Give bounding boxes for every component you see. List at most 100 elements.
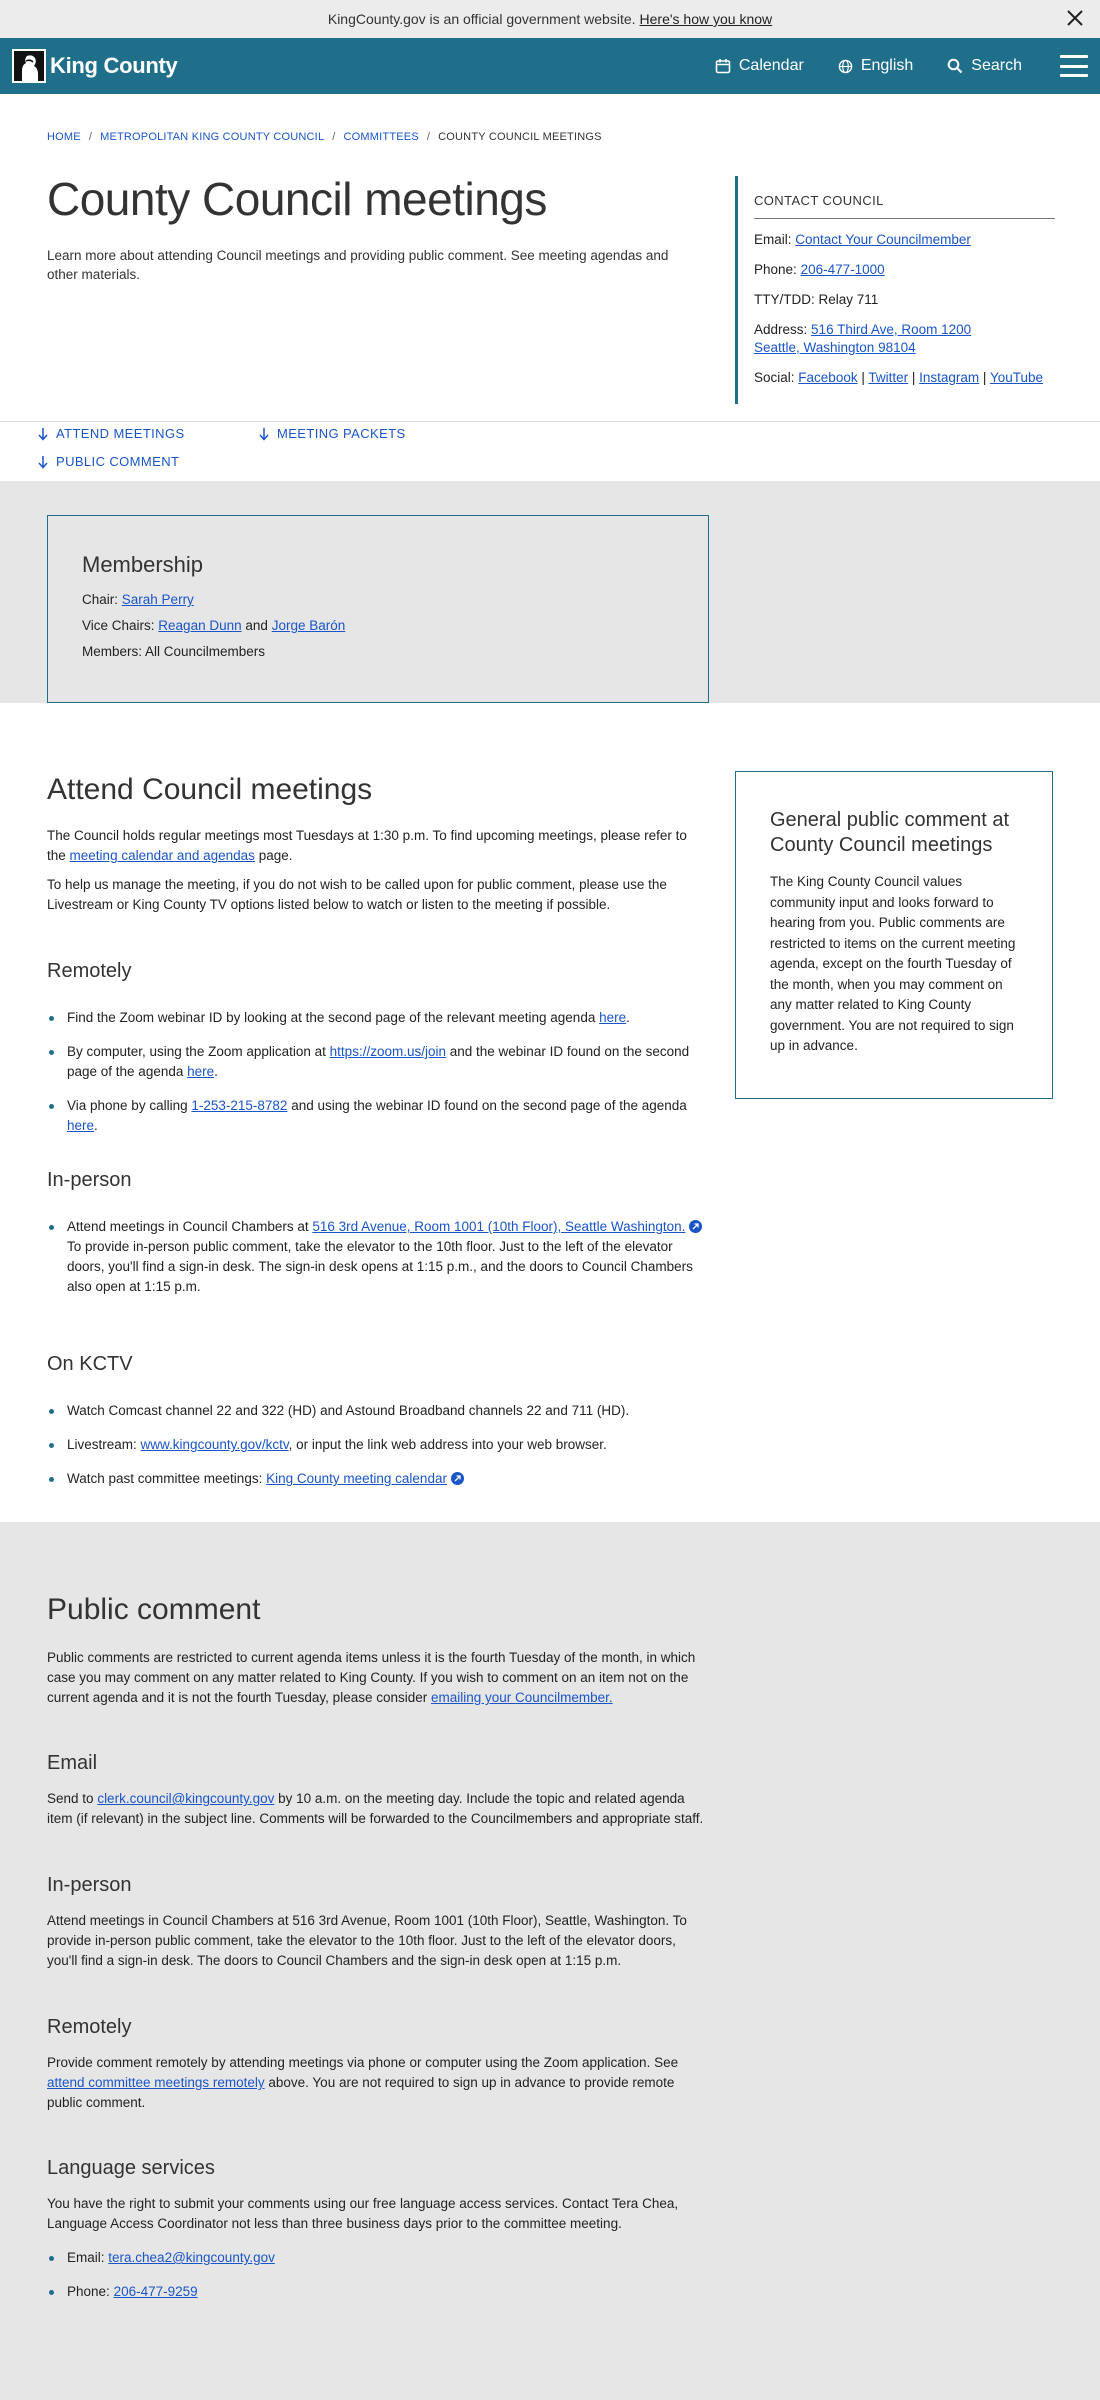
agenda-here-link-2[interactable]: here xyxy=(187,1064,214,1079)
gov-banner-text: KingCounty.gov is an official government… xyxy=(327,11,636,27)
contact-address: Address: 516 Third Ave, Room 1200 Seattl… xyxy=(754,322,972,355)
membership-members: Members: All Councilmembers xyxy=(82,644,266,659)
calendar-label: Calendar xyxy=(738,57,804,74)
pc-remote-para: Provide comment remotely by attending me… xyxy=(47,2055,679,2110)
mlk-portrait-icon xyxy=(12,49,46,83)
chair-link[interactable]: Sarah Perry xyxy=(122,592,194,607)
list-item: Find the Zoom webinar ID by looking at t… xyxy=(47,1008,712,1028)
contact-council-card: CONTACT COUNCIL Email: Contact Your Coun… xyxy=(735,176,1055,404)
page-title: County Council meetings xyxy=(47,173,547,225)
membership-chair: Chair: Sarah Perry xyxy=(82,592,194,607)
breadcrumb-home[interactable]: HOME xyxy=(47,131,81,143)
kctv-list: Watch Comcast channel 22 and 322 (HD) an… xyxy=(47,1401,712,1489)
vice-chair-link-2[interactable]: Jorge Barón xyxy=(272,618,346,633)
language-contact-list: Email: tera.chea2@kingcounty.gov Phone: … xyxy=(47,2248,707,2302)
calendar-icon xyxy=(715,59,731,74)
calendar-nav[interactable]: Calendar xyxy=(715,57,804,75)
breadcrumb-current: COUNTY COUNCIL MEETINGS xyxy=(438,131,602,143)
tera-email-link[interactable]: tera.chea2@kingcounty.gov xyxy=(108,2250,275,2265)
twitter-link[interactable]: Twitter xyxy=(868,370,908,385)
email-councilmember-link[interactable]: emailing your Councilmember. xyxy=(431,1690,613,1705)
contact-email: Email: Contact Your Councilmember xyxy=(754,232,971,247)
anchor-attend-meetings[interactable]: ATTEND MEETINGS xyxy=(38,426,185,441)
list-item: By computer, using the Zoom application … xyxy=(47,1042,712,1082)
tera-phone-link[interactable]: 206-477-9259 xyxy=(114,2284,198,2299)
list-item: Phone: 206-477-9259 xyxy=(47,2282,707,2302)
breadcrumb: HOME / METROPOLITAN KING COUNTY COUNCIL … xyxy=(47,131,602,143)
meeting-calendar-external-link[interactable]: King County meeting calendar xyxy=(266,1471,447,1486)
instagram-link[interactable]: Instagram xyxy=(919,370,979,385)
site-header: King County Calendar English Search xyxy=(0,38,1100,94)
external-link-icon xyxy=(689,1220,703,1233)
language-services-title: Language services xyxy=(47,2157,215,2179)
inperson-list: Attend meetings in Council Chambers at 5… xyxy=(47,1217,712,1297)
meeting-calendar-link[interactable]: meeting calendar and agendas xyxy=(70,848,255,863)
pc-inperson-para: Attend meetings in Council Chambers at 5… xyxy=(47,1913,687,1968)
breadcrumb-council[interactable]: METROPOLITAN KING COUNTY COUNCIL xyxy=(100,131,324,143)
search-icon xyxy=(947,58,963,74)
public-comment-intro: Public comments are restricted to curren… xyxy=(47,1650,696,1705)
email-para: Send to clerk.council@kingcounty.gov by … xyxy=(47,1791,704,1826)
attend-para-2: To help us manage the meeting, if you do… xyxy=(47,877,667,912)
contact-heading: CONTACT COUNCIL xyxy=(754,176,1055,219)
callout-text: The King County Council values community… xyxy=(770,874,1016,1053)
arrow-down-icon xyxy=(38,455,48,469)
youtube-link[interactable]: YouTube xyxy=(990,370,1043,385)
language-services-para: You have the right to submit your commen… xyxy=(47,2196,679,2231)
council-chambers-address-link[interactable]: 516 3rd Avenue, Room 1001 (10th Floor), … xyxy=(312,1219,685,1234)
search-label: Search xyxy=(971,57,1022,74)
remote-options-list: Find the Zoom webinar ID by looking at t… xyxy=(47,1008,712,1136)
list-item: Via phone by calling 1-253-215-8782 and … xyxy=(47,1096,712,1136)
remotely-title: Remotely xyxy=(47,960,132,982)
globe-icon xyxy=(838,59,853,73)
agenda-here-link-3[interactable]: here xyxy=(67,1118,94,1133)
page-intro: Learn more about attending Council meeti… xyxy=(47,248,669,282)
contact-social: Social: Facebook | Twitter | Instagram |… xyxy=(754,370,1043,385)
contact-tty: TTY/TDD: Relay 711 xyxy=(754,292,879,307)
list-item: Email: tera.chea2@kingcounty.gov xyxy=(47,2248,707,2268)
close-icon[interactable] xyxy=(1064,7,1086,29)
callout-title: General public comment at County Council… xyxy=(770,809,1010,856)
vice-chair-link-1[interactable]: Reagan Dunn xyxy=(158,618,241,633)
list-item: Livestream: www.kingcounty.gov/kctv, or … xyxy=(47,1435,712,1455)
attend-title: Attend Council meetings xyxy=(47,773,373,806)
contact-phone-link[interactable]: 206-477-1000 xyxy=(801,262,885,277)
general-public-comment-callout: General public comment at County Council… xyxy=(735,771,1053,1099)
language-nav[interactable]: English xyxy=(838,57,913,75)
public-comment-title: Public comment xyxy=(47,1593,261,1626)
external-link-icon xyxy=(450,1472,464,1485)
king-county-logo[interactable]: King County xyxy=(12,49,178,83)
kctv-title: On KCTV xyxy=(47,1353,133,1375)
hamburger-menu-icon[interactable] xyxy=(1060,55,1088,77)
kctv-livestream-link[interactable]: www.kingcounty.gov/kctv xyxy=(141,1437,289,1452)
language-label: English xyxy=(860,57,914,74)
list-item: Watch past committee meetings: King Coun… xyxy=(47,1469,712,1489)
address-link-line2[interactable]: Seattle, Washington 98104 xyxy=(754,340,916,355)
attend-remotely-link[interactable]: attend committee meetings remotely xyxy=(47,2075,265,2090)
anchor-public-comment[interactable]: PUBLIC COMMENT xyxy=(38,454,179,469)
agenda-here-link[interactable]: here xyxy=(599,1010,626,1025)
page-anchor-links: ATTEND MEETINGS MEETING PACKETS PUBLIC C… xyxy=(0,421,1100,481)
membership-title: Membership xyxy=(82,552,204,577)
anchor-meeting-packets[interactable]: MEETING PACKETS xyxy=(259,426,406,441)
search-nav[interactable]: Search xyxy=(947,57,1022,75)
breadcrumb-committees[interactable]: COMMITTEES xyxy=(344,131,419,143)
list-item: Watch Comcast channel 22 and 322 (HD) an… xyxy=(47,1401,712,1421)
contact-phone: Phone: 206-477-1000 xyxy=(754,262,885,277)
zoom-phone-link[interactable]: 1-253-215-8782 xyxy=(191,1098,287,1113)
zoom-join-link[interactable]: https://zoom.us/join xyxy=(330,1044,446,1059)
clerk-email-link[interactable]: clerk.council@kingcounty.gov xyxy=(97,1791,274,1806)
how-you-know-link[interactable]: Here's how you know xyxy=(640,11,773,27)
membership-vice-chairs: Vice Chairs: Reagan Dunn and Jorge Barón xyxy=(82,618,346,633)
gov-banner: KingCounty.gov is an official government… xyxy=(0,0,1100,38)
logo-text: King County xyxy=(50,53,178,78)
pc-inperson-title: In-person xyxy=(47,1874,132,1896)
email-title: Email xyxy=(47,1752,98,1774)
contact-email-link[interactable]: Contact Your Councilmember xyxy=(795,232,971,247)
list-item: Attend meetings in Council Chambers at 5… xyxy=(47,1217,712,1297)
address-link-line1[interactable]: 516 Third Ave, Room 1200 xyxy=(811,322,971,337)
facebook-link[interactable]: Facebook xyxy=(798,370,857,385)
attend-para-1: The Council holds regular meetings most … xyxy=(47,828,687,863)
arrow-down-icon xyxy=(259,427,269,441)
inperson-title: In-person xyxy=(47,1169,132,1191)
